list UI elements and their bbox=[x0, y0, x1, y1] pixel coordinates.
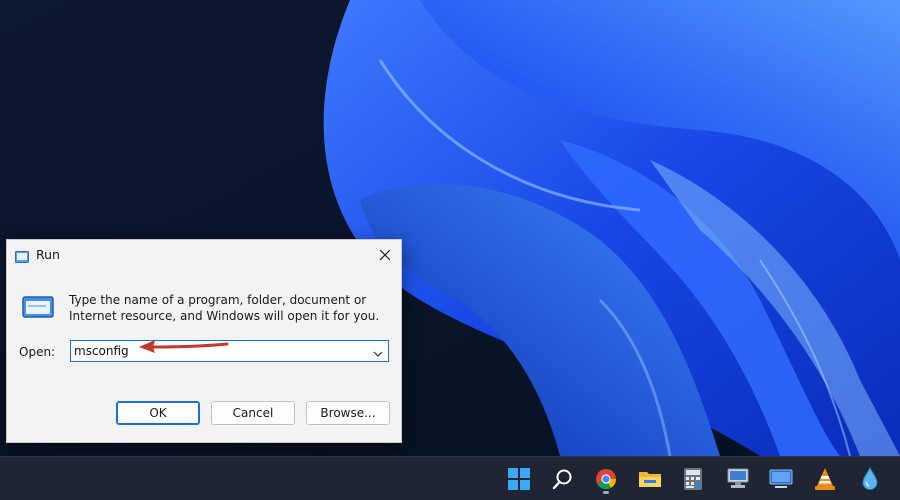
browse-button[interactable]: Browse... bbox=[306, 401, 390, 425]
run-program-icon bbox=[22, 296, 54, 318]
search-icon[interactable] bbox=[547, 463, 579, 495]
water-drop-icon[interactable] bbox=[854, 463, 886, 495]
open-input[interactable] bbox=[71, 341, 361, 361]
chrome-icon[interactable] bbox=[590, 463, 622, 495]
vlc-icon[interactable] bbox=[809, 463, 841, 495]
windows-start-icon[interactable] bbox=[503, 463, 535, 495]
calculator-icon[interactable] bbox=[677, 463, 709, 495]
ok-button[interactable]: OK bbox=[116, 401, 200, 425]
dialog-title: Run bbox=[36, 247, 60, 262]
taskbar bbox=[0, 456, 900, 500]
dialog-description: Type the name of a program, folder, docu… bbox=[69, 293, 380, 323]
run-app-icon bbox=[15, 248, 29, 263]
open-combobox[interactable] bbox=[70, 340, 389, 362]
remote-desktop-icon[interactable] bbox=[765, 463, 797, 495]
network-computer-icon[interactable] bbox=[722, 463, 754, 495]
dialog-titlebar[interactable]: Run bbox=[7, 240, 401, 270]
run-dialog: Run Type the name of a program, folder, … bbox=[6, 239, 402, 443]
close-icon bbox=[379, 249, 391, 261]
file-explorer-icon[interactable] bbox=[634, 463, 666, 495]
running-indicator bbox=[603, 491, 609, 494]
close-button[interactable] bbox=[369, 240, 401, 270]
chevron-down-icon[interactable] bbox=[372, 345, 384, 357]
cancel-button[interactable]: Cancel bbox=[211, 401, 295, 425]
open-label: Open: bbox=[19, 345, 56, 359]
